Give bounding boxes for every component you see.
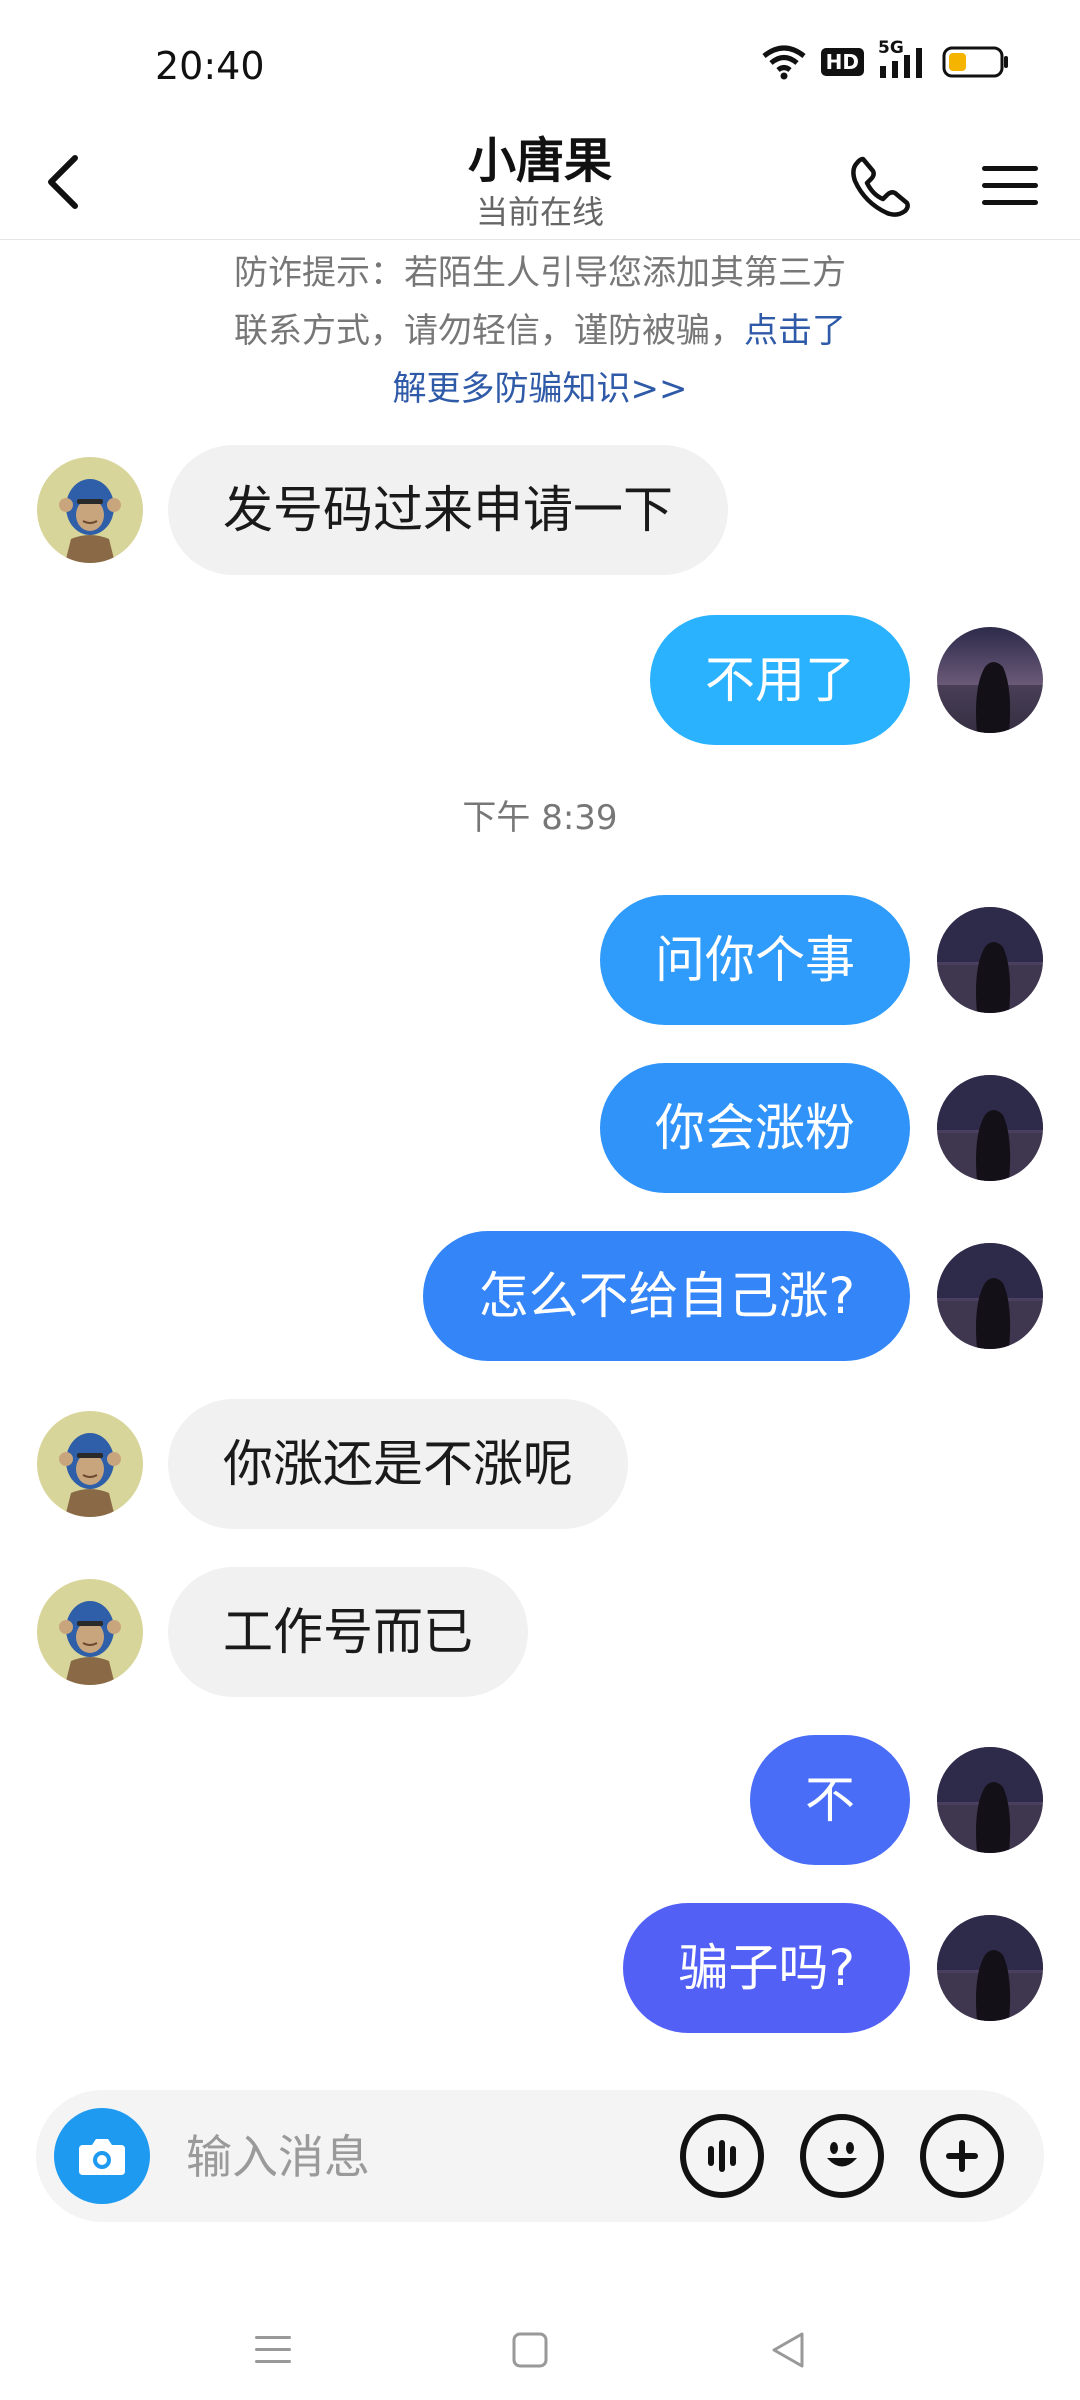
emoji-button[interactable] <box>800 2114 884 2198</box>
message-row: 你涨还是不涨呢 <box>0 1394 1080 1534</box>
my-avatar[interactable] <box>937 1747 1043 1853</box>
message-row: 怎么不给自己涨? <box>0 1226 1080 1366</box>
my-avatar[interactable] <box>937 627 1043 733</box>
message-bubble[interactable]: 骗子吗? <box>623 1903 910 2033</box>
message-row: 工作号而已 <box>0 1562 1080 1702</box>
status-icons: HD 5G <box>761 38 1010 80</box>
nav-home-button[interactable] <box>490 2320 570 2380</box>
message-row: 不用了 <box>0 610 1080 750</box>
my-avatar[interactable] <box>937 907 1043 1013</box>
nav-home-icon <box>512 2332 548 2368</box>
battery-icon <box>942 45 1010 79</box>
emoji-icon <box>827 2142 857 2167</box>
message-bubble[interactable]: 问你个事 <box>600 895 910 1025</box>
system-nav-bar <box>0 2300 1080 2400</box>
message-row: 问你个事 <box>0 890 1080 1030</box>
message-input-bar <box>36 2090 1044 2222</box>
chat-screen: 20:40 HD 5G 小唐果 当前在线 防诈提示：若陌生人引导您添加其第三方联… <box>0 0 1080 2400</box>
message-bubble[interactable]: 不 <box>750 1735 910 1865</box>
message-bubble[interactable]: 你涨还是不涨呢 <box>168 1399 628 1529</box>
timestamp: 下午 8:39 <box>462 798 618 838</box>
hd-icon: HD <box>820 48 864 76</box>
contact-avatar[interactable] <box>37 457 143 563</box>
voice-button[interactable] <box>680 2114 764 2198</box>
nav-menu-icon <box>255 2336 291 2363</box>
nav-back-icon <box>772 2332 804 2368</box>
my-avatar[interactable] <box>937 1075 1043 1181</box>
menu-button[interactable] <box>970 146 1050 226</box>
message-bubble[interactable]: 怎么不给自己涨? <box>423 1231 910 1361</box>
message-bubble[interactable]: 发号码过来申请一下 <box>168 445 728 575</box>
signal-icon: 5G <box>878 38 928 80</box>
camera-button[interactable] <box>54 2108 150 2204</box>
plus-icon <box>946 2140 978 2172</box>
message-bubble[interactable]: 你会涨粉 <box>600 1063 910 1193</box>
anti-fraud-notice: 防诈提示：若陌生人引导您添加其第三方联系方式，请勿轻信，谨防被骗，点击了解更多防… <box>230 244 850 418</box>
phone-button[interactable] <box>840 146 920 226</box>
message-row: 你会涨粉 <box>0 1058 1080 1198</box>
phone-icon <box>851 156 910 217</box>
message-row: 骗子吗? <box>0 1898 1080 2038</box>
wifi-icon <box>761 44 807 80</box>
menu-icon <box>982 166 1038 205</box>
status-time: 20:40 <box>155 44 265 88</box>
nav-back-button[interactable] <box>748 2320 828 2380</box>
message-bubble[interactable]: 工作号而已 <box>168 1567 528 1697</box>
message-bubble[interactable]: 不用了 <box>650 615 910 745</box>
my-avatar[interactable] <box>937 1915 1043 2021</box>
contact-avatar[interactable] <box>37 1411 143 1517</box>
message-row: 不 <box>0 1730 1080 1870</box>
message-row: 发号码过来申请一下 <box>0 440 1080 580</box>
contact-avatar[interactable] <box>37 1579 143 1685</box>
chat-header: 小唐果 当前在线 <box>0 130 1080 240</box>
voice-icon <box>708 2140 736 2172</box>
add-button[interactable] <box>920 2114 1004 2198</box>
status-bar: 20:40 HD 5G <box>0 0 1080 130</box>
message-input[interactable] <box>186 2122 666 2192</box>
nav-menu-button[interactable] <box>233 2320 313 2380</box>
camera-icon <box>79 2139 125 2175</box>
my-avatar[interactable] <box>937 1243 1043 1349</box>
